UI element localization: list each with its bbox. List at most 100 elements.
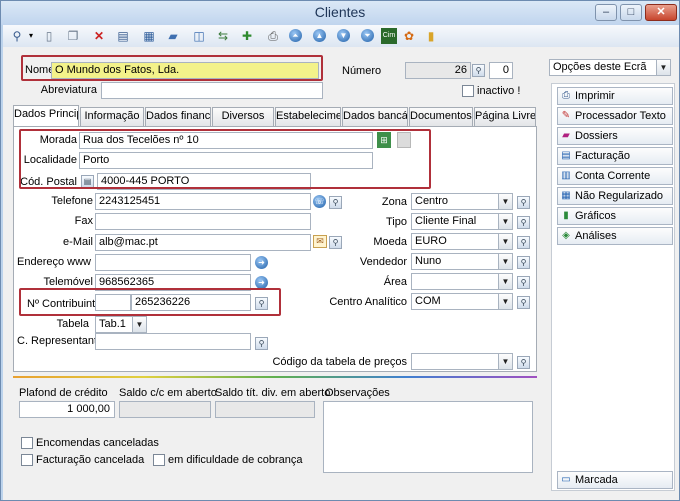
folder-icon[interactable]: ▰ (165, 28, 181, 44)
edit-icon[interactable]: ▤ (115, 28, 131, 44)
map-icon[interactable]: ⊞ (377, 132, 391, 148)
codigo-tabela-dropdown-icon[interactable]: ▼ (498, 354, 512, 369)
morada-field[interactable]: Rua dos Tecelões nº 10 (79, 132, 373, 149)
observacoes-field[interactable] (323, 401, 533, 473)
next-icon[interactable]: ▼ (337, 29, 350, 42)
tab-estabelecimentos[interactable]: Estabeleciment (275, 107, 341, 126)
moeda-dropdown-icon[interactable]: ▼ (498, 234, 512, 249)
close-button[interactable]: ✕ (645, 4, 677, 21)
conta-corrente-button[interactable]: ▥ Conta Corrente (557, 167, 673, 185)
zona-select[interactable]: Centro ▼ (411, 193, 513, 210)
tab-dados-bancarios[interactable]: Dados bancário (342, 107, 408, 126)
representante-search-icon[interactable]: ⚲ (255, 337, 268, 350)
inactivo-checkbox[interactable] (462, 85, 474, 97)
nome-field[interactable]: O Mundo dos Fatos, Lda. (51, 62, 319, 79)
cim-icon[interactable]: Cim (381, 28, 397, 44)
analises-button[interactable]: ◈ Análises (557, 227, 673, 245)
last-icon[interactable]: ⏷ (361, 29, 374, 42)
window-title: Clientes (314, 4, 366, 20)
copy-icon[interactable]: ❐ (65, 28, 81, 44)
graficos-button[interactable]: ▮ Gráficos (557, 207, 673, 225)
processador-texto-label: Processador Texto (575, 110, 666, 122)
processador-texto-button[interactable]: ✎ Processador Texto (557, 107, 673, 125)
codigo-tabela-select[interactable]: ▼ (411, 353, 513, 370)
area-search-icon[interactable]: ⚲ (517, 276, 530, 289)
grid-icon[interactable]: ▦ (141, 28, 157, 44)
dossiers-button[interactable]: ▰ Dossiers (557, 127, 673, 145)
minimize-button[interactable]: – (595, 4, 617, 21)
phone-icon[interactable]: ☏ (313, 195, 326, 208)
facturacao-checkbox[interactable] (21, 454, 33, 466)
area-dropdown-icon[interactable]: ▼ (498, 274, 512, 289)
transfer-icon[interactable]: ⇆ (215, 28, 231, 44)
numero-field[interactable]: 26 (405, 62, 471, 79)
title-bar: Clientes – □ ✕ (1, 1, 679, 25)
tabela-select[interactable]: Tab.1 ▼ (95, 316, 147, 333)
cod-postal-lookup-icon[interactable]: ▤ (81, 175, 94, 188)
tipo-select[interactable]: Cliente Final ▼ (411, 213, 513, 230)
vendedor-search-icon[interactable]: ⚲ (517, 256, 530, 269)
abreviatura-field[interactable] (101, 82, 323, 99)
localidade-field[interactable]: Porto (79, 152, 373, 169)
moeda-select[interactable]: EURO ▼ (411, 233, 513, 250)
cod-postal-field[interactable]: 4000-445 PORTO (97, 173, 311, 190)
new-icon[interactable]: ▯ (41, 28, 57, 44)
area-select[interactable]: ▼ (411, 273, 513, 290)
notes-icon[interactable]: ▮ (423, 28, 439, 44)
encomendas-checkbox[interactable] (21, 437, 33, 449)
contribuinte-field[interactable]: 265236226 (131, 294, 251, 311)
first-icon[interactable]: ⏶ (289, 29, 302, 42)
codigo-tabela-search-icon[interactable]: ⚲ (517, 356, 530, 369)
www-open-icon[interactable]: ➜ (255, 256, 268, 269)
maximize-button[interactable]: □ (620, 4, 642, 21)
refresh-icon[interactable]: ✿ (401, 28, 417, 44)
contribuinte-prefix-field[interactable] (95, 294, 131, 311)
tipo-search-icon[interactable]: ⚲ (517, 216, 530, 229)
prev-icon[interactable]: ▲ (313, 29, 326, 42)
search-dropdown-icon[interactable]: ▾ (23, 28, 39, 44)
plafond-field[interactable]: 1 000,00 (19, 401, 115, 418)
marcada-button[interactable]: ▭ Marcada (557, 471, 673, 489)
options-select[interactable]: Opções deste Ecrã ▼ (549, 59, 671, 76)
telemovel-field[interactable]: 968562365 (95, 274, 251, 291)
saldo-cc-field[interactable] (119, 401, 211, 418)
vendedor-select[interactable]: Nuno ▼ (411, 253, 513, 270)
tab-informacao[interactable]: Informação (80, 107, 144, 126)
www-field[interactable] (95, 254, 251, 271)
doc-icon[interactable] (397, 132, 411, 148)
zona-search-icon[interactable]: ⚲ (517, 196, 530, 209)
email-icon[interactable]: ✉ (313, 235, 327, 248)
saldo-tit-field[interactable] (215, 401, 315, 418)
preview-icon[interactable]: ⎙ (265, 28, 281, 44)
book-icon[interactable]: ◫ (191, 28, 207, 44)
side-panel: Opções deste Ecrã ▼ ⎙ Imprimir ✎ Processado… (547, 47, 679, 500)
numero-search-icon[interactable]: ⚲ (472, 64, 485, 77)
zona-dropdown-icon[interactable]: ▼ (498, 194, 512, 209)
nao-regularizado-button[interactable]: ▦ Não Regularizado (557, 187, 673, 205)
sms-icon[interactable]: ➜ (255, 276, 268, 289)
tab-dados-financeiros[interactable]: Dados financeir (145, 107, 211, 126)
tab-dados-principais[interactable]: Dados Principai (13, 105, 79, 127)
vendedor-dropdown-icon[interactable]: ▼ (498, 254, 512, 269)
contribuinte-search-icon[interactable]: ⚲ (255, 297, 268, 310)
tab-pagina-livre[interactable]: Página Livre (474, 107, 536, 126)
centro-analitico-search-icon[interactable]: ⚲ (517, 296, 530, 309)
centro-analitico-dropdown-icon[interactable]: ▼ (498, 294, 512, 309)
email-field[interactable]: alb@mac.pt (95, 234, 311, 251)
centro-analitico-select[interactable]: COM ▼ (411, 293, 513, 310)
dificuldade-checkbox[interactable] (153, 454, 165, 466)
facturacao-button[interactable]: ▤ Facturação (557, 147, 673, 165)
fax-field[interactable] (95, 213, 311, 230)
options-dropdown-icon[interactable]: ▼ (656, 60, 670, 75)
telefone-field[interactable]: 2243125451 (95, 193, 311, 210)
imprimir-button[interactable]: ⎙ Imprimir (557, 87, 673, 105)
tabela-dropdown-icon[interactable]: ▼ (132, 317, 146, 332)
tab-documentos[interactable]: Documentos de (409, 107, 473, 126)
tipo-dropdown-icon[interactable]: ▼ (498, 214, 512, 229)
numero-sub-field[interactable]: 0 (489, 62, 513, 79)
representante-field[interactable] (95, 333, 251, 350)
delete-icon[interactable]: ✕ (91, 28, 107, 44)
moeda-search-icon[interactable]: ⚲ (517, 236, 530, 249)
tab-diversos[interactable]: Diversos (212, 107, 274, 126)
sync-icon[interactable]: ✚ (239, 28, 255, 44)
